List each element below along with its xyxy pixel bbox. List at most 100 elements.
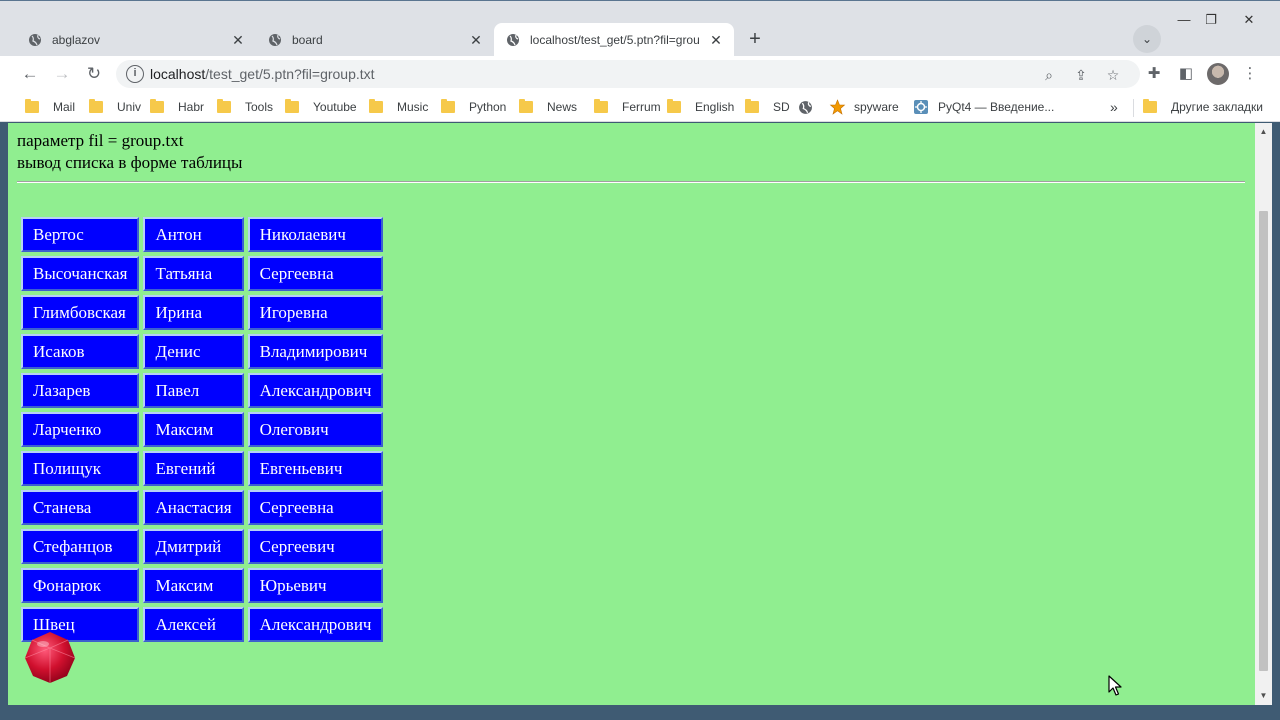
tab-localhost[interactable]: localhost/test_get/5.ptn?fil=grou ✕ <box>494 23 734 57</box>
bookmark-ferrum[interactable]: Ferrum <box>594 98 661 116</box>
minimize-button[interactable]: — <box>1173 9 1195 31</box>
reload-button[interactable]: ↻ <box>82 62 106 86</box>
url-text[interactable]: localhost/test_get/5.ptn?fil=group.txt <box>150 66 375 82</box>
surname-cell: Вертос <box>21 217 140 252</box>
ruby-gem-icon <box>24 632 76 683</box>
info-icon[interactable]: i <box>126 65 144 83</box>
bookmarks-overflow-button[interactable]: » <box>1110 98 1118 116</box>
pyqt-icon <box>914 100 928 114</box>
tab-board[interactable]: board ✕ <box>256 23 494 57</box>
other-bookmarks-label: Другие закладки <box>1171 100 1263 114</box>
scroll-down-arrow[interactable]: ▼ <box>1255 691 1272 700</box>
extensions-icon[interactable]: ✚ <box>1142 62 1166 86</box>
folder-icon <box>441 99 455 113</box>
chevron-double-right-icon: » <box>1110 99 1118 115</box>
forward-button[interactable]: → <box>50 62 74 86</box>
tab-title: abglazov <box>52 33 101 47</box>
tab-search-button[interactable]: ⌄ <box>1133 25 1161 53</box>
table-row: Глимбовская Ирина Игоревна <box>21 295 384 330</box>
surname-cell: Глимбовская <box>21 295 140 330</box>
reload-icon: ↻ <box>86 64 102 83</box>
url-host: localhost <box>150 66 206 82</box>
patronymic-cell: Владимирович <box>247 334 384 369</box>
other-bookmarks-folder[interactable]: Другие закладки <box>1143 98 1263 116</box>
first-name-cell: Денис <box>143 334 244 369</box>
table-row: Вертос Антон Николаевич <box>21 217 384 252</box>
table-row: Исаков Денис Владимирович <box>21 334 384 369</box>
globe-icon <box>799 100 812 114</box>
tab-abglazov[interactable]: abglazov ✕ <box>16 23 256 57</box>
side-panel-icon[interactable]: ◧ <box>1174 62 1198 86</box>
table-row: Ларченко Максим Олегович <box>21 412 384 447</box>
bookmark-pyqt[interactable]: PyQt4 — Введение... <box>913 98 1054 116</box>
table-row: Станева Анастасия Сергеевна <box>21 490 384 525</box>
bookmark-label: SD <box>773 100 790 114</box>
folder-icon <box>150 99 164 113</box>
bookmark-habr[interactable]: Habr <box>150 98 204 116</box>
surname-cell: Ларченко <box>21 412 140 447</box>
bookmark-english[interactable]: English <box>667 98 734 116</box>
new-tab-button[interactable]: + <box>741 25 769 53</box>
bookmark-label: Python <box>469 100 507 114</box>
patronymic-cell: Сергеевна <box>247 490 384 525</box>
bookmark-label: Mail <box>53 100 76 114</box>
bookmark-tools[interactable]: Tools <box>217 98 273 116</box>
menu-icon[interactable]: ⋮ <box>1238 62 1262 86</box>
profile-avatar[interactable] <box>1207 63 1229 85</box>
bookmark-mail[interactable]: Mail <box>25 98 75 116</box>
first-name-cell: Павел <box>143 373 244 408</box>
surname-cell: Лазарев <box>21 373 140 408</box>
zoom-icon[interactable]: ⌕ <box>1038 64 1060 86</box>
first-name-cell: Ирина <box>143 295 244 330</box>
share-icon[interactable]: ⇪ <box>1070 64 1092 86</box>
close-icon[interactable]: ✕ <box>708 32 724 49</box>
bookmark-python[interactable]: Python <box>441 98 506 116</box>
folder-icon <box>667 99 681 113</box>
first-name-cell: Максим <box>143 568 244 603</box>
bookmark-sd[interactable]: SD <box>745 98 790 116</box>
bookmark-label: News <box>547 100 578 114</box>
patronymic-cell: Евгеньевич <box>247 451 384 486</box>
chevron-down-icon: ⌄ <box>1141 32 1153 46</box>
bookmark-music[interactable]: Music <box>369 98 428 116</box>
restore-button[interactable]: ❐ <box>1200 9 1222 31</box>
bookmark-spyware[interactable]: spyware <box>829 98 899 116</box>
table-row: Полищук Евгений Евгеньевич <box>21 451 384 486</box>
mouse-cursor-icon <box>1108 675 1122 696</box>
bookmark-globe[interactable] <box>798 98 813 116</box>
scroll-up-arrow[interactable]: ▲ <box>1255 127 1272 136</box>
patronymic-cell: Игоревна <box>247 295 384 330</box>
scrollbar-thumb[interactable] <box>1259 211 1268 671</box>
folder-icon <box>519 99 533 113</box>
close-icon[interactable]: ✕ <box>230 32 246 49</box>
page-subtitle: вывод списка в форме таблицы <box>17 153 243 172</box>
surname-cell: Полищук <box>21 451 140 486</box>
window-close-button[interactable]: ✕ <box>1238 9 1260 31</box>
address-bar[interactable]: i localhost/test_get/5.ptn?fil=group.txt… <box>116 60 1140 88</box>
patronymic-cell: Александрович <box>247 373 384 408</box>
bookmarks-divider <box>1133 99 1134 117</box>
first-name-cell: Татьяна <box>143 256 244 291</box>
first-name-cell: Максим <box>143 412 244 447</box>
folder-icon <box>25 99 39 113</box>
arrow-left-icon: ← <box>21 64 39 83</box>
bookmark-youtube[interactable]: Youtube <box>285 98 357 116</box>
table-row: Лазарев Павел Александрович <box>21 373 384 408</box>
patronymic-cell: Юрьевич <box>247 568 384 603</box>
back-button[interactable]: ← <box>18 62 42 86</box>
vertical-scrollbar[interactable]: ▲ ▼ <box>1255 123 1272 705</box>
folder-icon <box>369 99 383 113</box>
first-name-cell: Анастасия <box>143 490 244 525</box>
page-content: параметр fil = group.txt вывод списка в … <box>8 123 1255 705</box>
window-bottom-edge <box>0 705 1280 720</box>
tab-title: board <box>292 33 323 47</box>
table-row: Фонарюк Максим Юрьевич <box>21 568 384 603</box>
bookmark-news[interactable]: News <box>519 98 577 116</box>
surname-cell: Стефанцов <box>21 529 140 564</box>
patronymic-cell: Александрович <box>247 607 384 642</box>
param-line: параметр fil = group.txt <box>17 131 184 150</box>
bookmark-star-icon[interactable]: ☆ <box>1102 64 1124 86</box>
bookmark-univ[interactable]: Univ <box>89 98 141 116</box>
patronymic-cell: Николаевич <box>247 217 384 252</box>
close-icon[interactable]: ✕ <box>468 32 484 49</box>
